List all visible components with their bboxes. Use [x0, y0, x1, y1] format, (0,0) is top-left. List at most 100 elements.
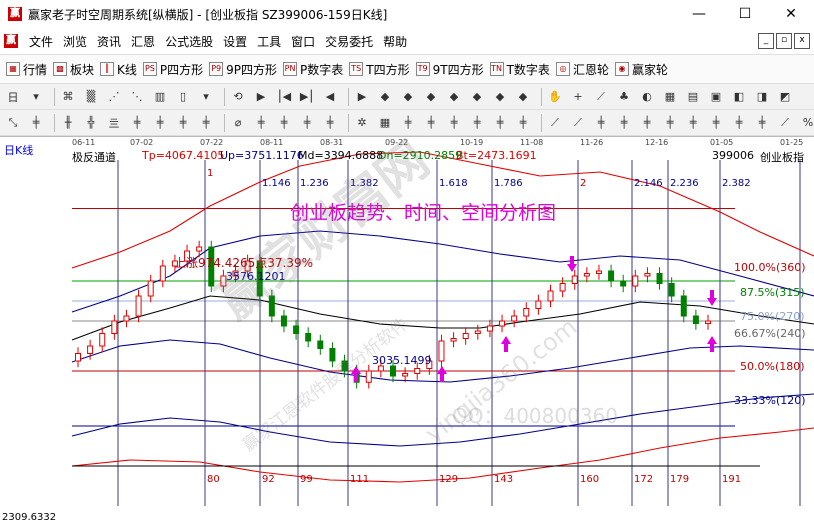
menu-file[interactable]: 文件 — [24, 33, 58, 50]
close-button[interactable]: ✕ — [768, 0, 814, 28]
menu-formula[interactable]: 公式选股 — [160, 33, 218, 50]
toolbar-item-p9[interactable]: P9 9P四方形 — [209, 61, 277, 78]
toolbar3-button-10[interactable]: ╪ — [252, 114, 270, 132]
toolbar-item-huien-wheel[interactable]: ◎ 汇恩轮 — [555, 61, 609, 78]
toolbar3-button-19[interactable]: ╪ — [468, 114, 486, 132]
toolbar2-button-6[interactable]: ▥ — [151, 88, 169, 106]
toolbar2-button-12[interactable]: ▶⎮ — [298, 88, 316, 106]
toolbar2-button-22[interactable]: ✋ — [546, 88, 564, 106]
toolbar2-button-0[interactable]: 日 — [4, 88, 22, 106]
menu-window[interactable]: 窗口 — [286, 33, 320, 50]
toolbar3-button-23[interactable]: ⟋ — [569, 114, 587, 132]
toolbar2-button-31[interactable]: ◨ — [753, 88, 771, 106]
toolbar2-button-21[interactable]: ◆ — [514, 88, 532, 106]
toolbar-item-ts[interactable]: TS T四方形 — [349, 61, 410, 78]
toolbar2-button-2[interactable]: ⌘ — [59, 88, 77, 106]
toolbar3-button-1[interactable]: ╪ — [27, 114, 45, 132]
toolbar3-button-25[interactable]: ╪ — [615, 114, 633, 132]
toolbar2-button-10[interactable]: ▶ — [252, 88, 270, 106]
toolbar-item-pn[interactable]: PN P数字表 — [283, 61, 343, 78]
menu-info[interactable]: 资讯 — [92, 33, 126, 50]
toolbar3-button-17[interactable]: ╪ — [422, 114, 440, 132]
toolbar2-button-13[interactable]: ◀ — [321, 88, 339, 106]
menu-trade[interactable]: 交易委托 — [320, 33, 378, 50]
menu-browse[interactable]: 浏览 — [58, 33, 92, 50]
toolbar3-button-22[interactable]: ⟋ — [546, 114, 564, 132]
mdi-restore-button[interactable]: ▫ — [776, 33, 792, 49]
chart-area[interactable]: 06-11 07-02 07-22 08-11 08-31 09-22 10-19 11-08… — [0, 131, 814, 527]
menu-settings[interactable]: 设置 — [218, 33, 252, 50]
toolbar3-button-5[interactable]: ╪ — [128, 114, 146, 132]
toolbar3-button-6[interactable]: ╪ — [151, 114, 169, 132]
toolbar-item-yingjia-wheel[interactable]: ◉ 赢家轮 — [614, 61, 668, 78]
toolbar3-button-2[interactable]: ╫ — [59, 114, 77, 132]
toolbar3-button-4[interactable]: 亖 — [105, 114, 123, 132]
menu-huien[interactable]: 汇恩 — [126, 33, 160, 50]
toolbar2-button-24[interactable]: ⟋ — [592, 88, 610, 106]
maximize-button[interactable]: ☐ — [722, 0, 768, 28]
toolbar3-button-21[interactable]: ╪ — [514, 114, 532, 132]
toolbar3-button-20[interactable]: ╪ — [491, 114, 509, 132]
menu-tools[interactable]: 工具 — [252, 33, 286, 50]
toolbar3-button-13[interactable]: ╪ — [321, 114, 339, 132]
toolbar3-button-27[interactable]: ╪ — [661, 114, 679, 132]
toolbar2-button-27[interactable]: ▦ — [661, 88, 679, 106]
toolbar2-button-28[interactable]: ▤ — [684, 88, 702, 106]
toolbar3-button-14[interactable]: ✲ — [353, 114, 371, 132]
magenta-down-arrow — [707, 290, 717, 306]
toolbar3-button-33[interactable]: % — [799, 114, 814, 132]
toolbar3-button-3[interactable]: ╬ — [82, 114, 100, 132]
toolbar-item-t9[interactable]: T9 9T四方形 — [415, 61, 484, 78]
toolbar2-button-25[interactable]: ♣ — [615, 88, 633, 106]
toolbar3-button-24[interactable]: ╪ — [592, 114, 610, 132]
toolbar-item-blocks[interactable]: ▩ 板块 — [53, 61, 94, 78]
cycle-mark-label: 2 — [580, 178, 586, 189]
toolbar2-button-11[interactable]: ⎮◀ — [275, 88, 293, 106]
toolbar2-button-7[interactable]: ▯ — [174, 88, 192, 106]
toolbar3-button-26[interactable]: ╪ — [638, 114, 656, 132]
toolbar2-button-18[interactable]: ◆ — [445, 88, 463, 106]
toolbar2-button-5[interactable]: ⋱ — [128, 88, 146, 106]
toolbar3-button-28[interactable]: ╪ — [684, 114, 702, 132]
toolbar-item-ps[interactable]: PS P四方形 — [142, 61, 203, 78]
toolbar2-button-16[interactable]: ◆ — [399, 88, 417, 106]
toolbar2-button-1[interactable]: ▾ — [27, 88, 45, 106]
toolbar2-button-3[interactable]: ▒ — [82, 88, 100, 106]
toolbar3-button-8[interactable]: ╪ — [197, 114, 215, 132]
toolbar2-button-23[interactable]: + — [569, 88, 587, 106]
toolbar3-button-9[interactable]: ⌀ — [229, 114, 247, 132]
toolbar2-button-8[interactable]: ▾ — [197, 88, 215, 106]
toolbar-item-tn[interactable]: TN T数字表 — [489, 61, 550, 78]
toolbar2-button-20[interactable]: ◆ — [491, 88, 509, 106]
toolbar3-button-32[interactable]: ⟋ — [776, 114, 794, 132]
blocks-icon: ▩ — [53, 62, 68, 76]
toolbar3-button-0[interactable]: ⤡ — [4, 114, 22, 132]
bar-count-label: 111 — [350, 474, 369, 485]
toolbar-item-grid[interactable]: ▦ 行情 — [6, 61, 47, 78]
menu-help[interactable]: 帮助 — [378, 33, 412, 50]
minimize-button[interactable]: — — [676, 0, 722, 28]
toolbar3-button-18[interactable]: ╪ — [445, 114, 463, 132]
toolbar2-button-19[interactable]: ◆ — [468, 88, 486, 106]
toolbar2-button-14[interactable]: ▶ — [353, 88, 371, 106]
mdi-minimize-button[interactable]: _ — [758, 33, 774, 49]
tn-icon: TN — [489, 62, 504, 76]
cycle-mark-label: 1.146 — [262, 178, 291, 189]
mdi-close-button[interactable]: x — [794, 33, 810, 49]
toolbar3-button-31[interactable]: ╪ — [753, 114, 771, 132]
toolbar3-button-29[interactable]: ╪ — [707, 114, 725, 132]
toolbar3-button-12[interactable]: ╪ — [298, 114, 316, 132]
toolbar2-button-29[interactable]: ▣ — [707, 88, 725, 106]
toolbar-item-kline[interactable]: ║ K线 — [100, 61, 137, 78]
toolbar2-button-17[interactable]: ◆ — [422, 88, 440, 106]
toolbar2-button-30[interactable]: ◧ — [730, 88, 748, 106]
toolbar2-button-26[interactable]: ◐ — [638, 88, 656, 106]
toolbar2-button-9[interactable]: ⟲ — [229, 88, 247, 106]
toolbar3-button-11[interactable]: ╪ — [275, 114, 293, 132]
toolbar2-button-32[interactable]: ◩ — [776, 88, 794, 106]
toolbar2-button-4[interactable]: ⋰ — [105, 88, 123, 106]
toolbar3-button-7[interactable]: ╪ — [174, 114, 192, 132]
toolbar-separator — [348, 113, 349, 132]
toolbar2-button-15[interactable]: ◆ — [376, 88, 394, 106]
toolbar3-button-30[interactable]: ╪ — [730, 114, 748, 132]
